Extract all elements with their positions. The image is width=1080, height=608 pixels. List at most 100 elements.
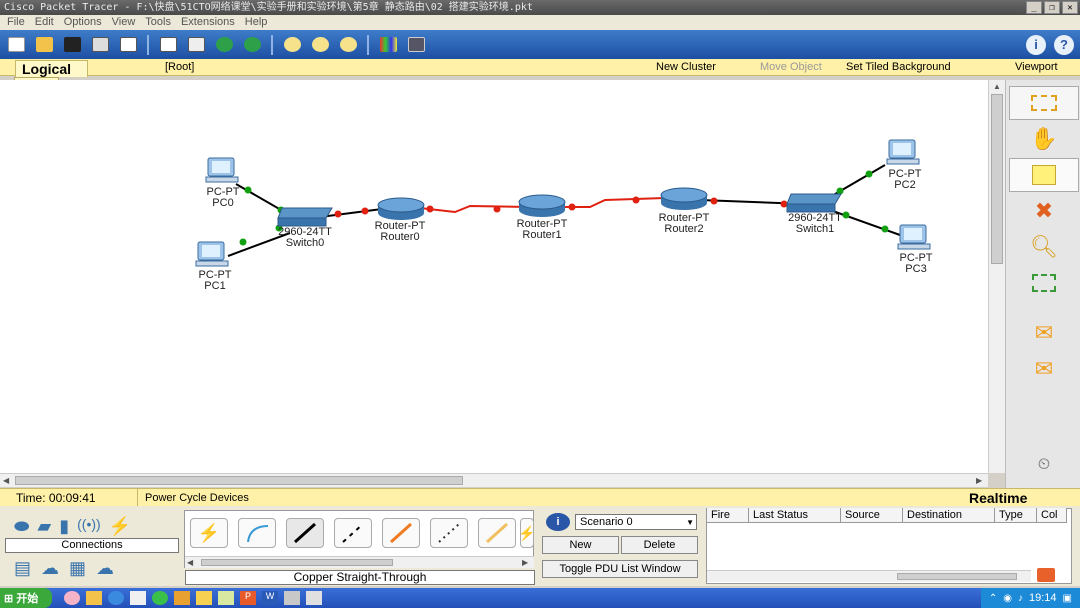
switch1-icon[interactable]: [785, 192, 843, 214]
custom-devices-category-icon[interactable]: ▦: [69, 558, 86, 579]
activity-wizard-icon[interactable]: [116, 34, 140, 56]
new-file-icon[interactable]: [4, 34, 28, 56]
explorer-icon[interactable]: [284, 591, 300, 605]
info-icon[interactable]: i: [1026, 35, 1046, 55]
tray-expand-icon[interactable]: ⌃: [989, 593, 997, 604]
zoom-out-icon[interactable]: [336, 34, 360, 56]
minimize-button[interactable]: _: [1026, 1, 1042, 14]
custom-device-icon[interactable]: [404, 34, 428, 56]
viewport-button[interactable]: Viewport: [1015, 59, 1058, 76]
volume-icon[interactable]: ♪: [1018, 593, 1023, 604]
menu-file[interactable]: File: [3, 15, 29, 30]
menu-options[interactable]: Options: [60, 15, 106, 30]
show-desktop-icon[interactable]: ▣: [1063, 593, 1072, 604]
copper-cross-over-icon[interactable]: [334, 518, 372, 548]
connections-category-icon[interactable]: ⚡: [109, 516, 131, 537]
col-type[interactable]: Type: [995, 508, 1037, 523]
menu-extensions[interactable]: Extensions: [177, 15, 239, 30]
scenario-info-icon[interactable]: i: [546, 513, 570, 531]
save-icon[interactable]: [60, 34, 84, 56]
powerpoint-icon[interactable]: P: [240, 591, 256, 605]
col-destination[interactable]: Destination: [903, 508, 995, 523]
realtime-mode-tab[interactable]: Realtime: [969, 489, 1027, 507]
cable-panel-scrollbar[interactable]: ◀ ▶: [185, 556, 534, 568]
word-icon[interactable]: W: [262, 591, 278, 605]
pc1-computer-icon[interactable]: [194, 240, 230, 268]
switches-category-icon[interactable]: ▰: [37, 516, 51, 537]
ie-icon[interactable]: [152, 591, 168, 605]
switch0-icon[interactable]: [276, 206, 334, 228]
select-icon[interactable]: [1009, 86, 1079, 120]
horizontal-scrollbar[interactable]: ◀ ▶: [0, 473, 988, 487]
media-icon[interactable]: [196, 591, 212, 605]
move-object-button[interactable]: Move Object: [760, 59, 822, 76]
logical-workspace[interactable]: PC-PT PC0 PC-PT PC1 PC-PT PC2 PC-PT PC3 …: [0, 80, 988, 473]
new-cluster-button[interactable]: New Cluster: [656, 59, 716, 76]
start-button[interactable]: ⊞ 开始: [0, 588, 52, 608]
pc2-computer-icon[interactable]: [885, 138, 921, 166]
pc3-computer-icon[interactable]: [896, 223, 932, 251]
cable-scroll-left-icon[interactable]: ◀: [187, 558, 193, 567]
cable-scroll-right-icon[interactable]: ▶: [522, 558, 528, 567]
undo-icon[interactable]: [212, 34, 236, 56]
scroll-left-icon[interactable]: ◀: [3, 476, 9, 485]
router0-icon[interactable]: [376, 197, 426, 221]
delete-icon[interactable]: ✖: [1009, 194, 1079, 228]
col-source[interactable]: Source: [841, 508, 903, 523]
serial-dce-icon[interactable]: ⚡: [518, 518, 536, 548]
coaxial-cable-icon[interactable]: [478, 518, 516, 548]
multiuser-category-icon[interactable]: ☁: [96, 558, 114, 579]
toggle-pdu-list-button[interactable]: Toggle PDU List Window: [542, 560, 698, 578]
add-complex-pdu-icon[interactable]: ✉: [1009, 352, 1079, 386]
wan-emulation-category-icon[interactable]: ☁: [41, 558, 59, 579]
redo-icon[interactable]: [240, 34, 264, 56]
menu-tools[interactable]: Tools: [141, 15, 175, 30]
power-cycle-devices-button[interactable]: Power Cycle Devices: [145, 489, 249, 507]
vertical-scrollbar[interactable]: ▲: [988, 80, 1005, 473]
folder-icon[interactable]: [86, 591, 102, 605]
window-icon[interactable]: [130, 591, 146, 605]
add-simple-pdu-icon[interactable]: ✉: [1009, 316, 1079, 350]
menu-help[interactable]: Help: [241, 15, 272, 30]
open-folder-icon[interactable]: [32, 34, 56, 56]
routers-category-icon[interactable]: ⬬: [14, 516, 29, 537]
automatic-connection-icon[interactable]: ⚡: [190, 518, 228, 548]
tab-logical[interactable]: Logical: [15, 60, 88, 77]
restore-button[interactable]: ❐: [1044, 1, 1060, 14]
pdu-scroll-thumb[interactable]: [897, 573, 1017, 580]
close-button[interactable]: ✕: [1062, 1, 1078, 14]
network-icon[interactable]: ◉: [1003, 593, 1012, 604]
col-fire[interactable]: Fire: [707, 508, 749, 523]
wireless-category-icon[interactable]: ((•)): [77, 516, 101, 537]
vertical-scroll-thumb[interactable]: [991, 94, 1003, 264]
copy-icon[interactable]: [156, 34, 180, 56]
packet-tracer-icon[interactable]: [306, 591, 322, 605]
col-color[interactable]: Col: [1037, 508, 1067, 523]
resize-shape-icon[interactable]: [1009, 266, 1079, 300]
cable-scroll-thumb[interactable]: [201, 559, 393, 566]
realtime-clock-icon[interactable]: ⏲: [1009, 448, 1079, 482]
end-devices-category-icon[interactable]: ▤: [14, 558, 31, 579]
scenario-select[interactable]: Scenario 0 ▼: [575, 514, 697, 530]
print-icon[interactable]: [88, 34, 112, 56]
notes-icon[interactable]: [218, 591, 234, 605]
sound-icon[interactable]: [1037, 568, 1055, 582]
help-icon[interactable]: ?: [1054, 35, 1074, 55]
browser-icon[interactable]: [108, 591, 124, 605]
scroll-up-icon[interactable]: ▲: [993, 82, 1001, 91]
set-tiled-background-button[interactable]: Set Tiled Background: [846, 59, 951, 76]
horizontal-scroll-thumb[interactable]: [15, 476, 463, 485]
scroll-right-icon[interactable]: ▶: [976, 476, 982, 485]
delete-scenario-button[interactable]: Delete: [621, 536, 698, 554]
tool-icon[interactable]: [174, 591, 190, 605]
root-label[interactable]: [Root]: [165, 59, 194, 76]
router2-icon[interactable]: [659, 187, 709, 211]
pdu-list-scrollbar[interactable]: [707, 570, 1031, 582]
router1-icon[interactable]: [517, 194, 567, 218]
chevron-down-icon[interactable]: ▼: [686, 516, 694, 530]
menu-edit[interactable]: Edit: [31, 15, 58, 30]
col-last-status[interactable]: Last Status: [749, 508, 841, 523]
copper-straight-through-icon[interactable]: [286, 518, 324, 548]
new-scenario-button[interactable]: New: [542, 536, 619, 554]
paste-icon[interactable]: [184, 34, 208, 56]
